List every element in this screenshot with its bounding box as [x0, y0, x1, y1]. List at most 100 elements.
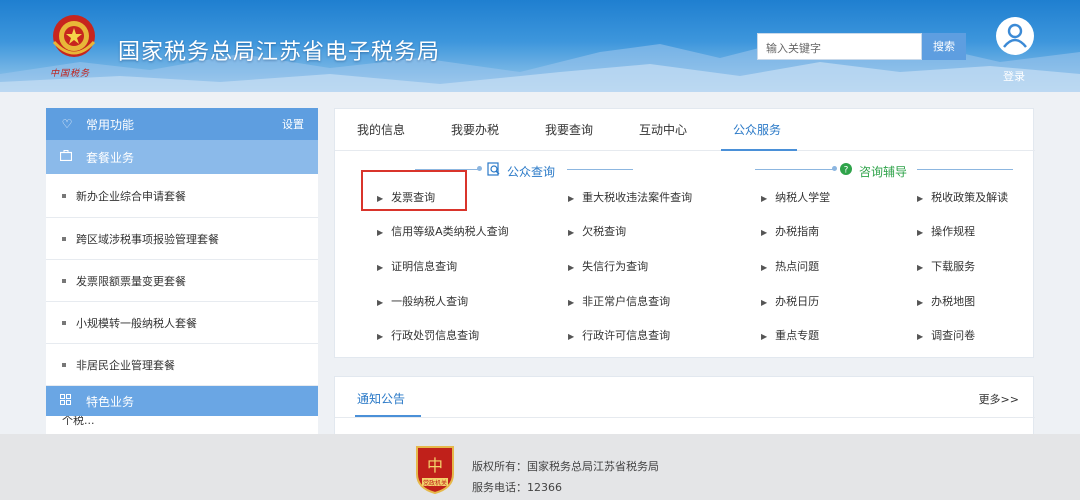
divider-dot [832, 166, 837, 171]
service-link-label: 重大税收违法案件查询 [582, 191, 693, 204]
special-business-label: 特色业务 [86, 394, 135, 409]
grid-icon [60, 394, 74, 408]
service-link-label: 失信行为查询 [582, 260, 649, 273]
bullet-icon [62, 320, 66, 325]
service-link[interactable]: ▶ 调查问卷 [917, 327, 975, 343]
notice-panel: 通知公告 更多>> [334, 376, 1035, 436]
service-link[interactable]: ▶ 行政处罚信息查询 [377, 327, 479, 343]
copyright-text: 版权所有：国家税务总局江苏省税务局 [472, 460, 659, 473]
arrow-right-icon: ▶ [761, 263, 768, 272]
emblem-script-text: 中国税务 [50, 69, 91, 79]
sidebar-item-label: 非居民企业管理套餐 [76, 358, 175, 372]
arrow-right-icon: ▶ [917, 194, 924, 203]
magnifier-doc-icon [487, 162, 501, 180]
arrow-right-icon: ▶ [568, 228, 575, 237]
special-business-header[interactable]: 特色业务 [46, 386, 318, 416]
service-link[interactable]: ▶ 办税地图 [917, 293, 975, 309]
service-link-label: 非正常户信息查询 [582, 295, 671, 308]
svg-text:中: 中 [427, 456, 443, 475]
service-link[interactable]: ▶ 税收政策及解读 [917, 189, 1008, 205]
package-business-label: 套餐业务 [86, 150, 135, 165]
badge-label: 党政机关 [423, 479, 447, 487]
tab-interaction[interactable]: 互动中心 [639, 121, 687, 138]
arrow-right-icon: ▶ [761, 228, 768, 237]
arrow-right-icon: ▶ [761, 298, 768, 307]
service-link[interactable]: ▶ 热点问题 [761, 258, 819, 274]
service-link[interactable]: ▶ 欠税查询 [568, 223, 626, 239]
arrow-right-icon: ▶ [377, 194, 384, 203]
arrow-right-icon: ▶ [377, 332, 384, 341]
service-link-label: 行政处罚信息查询 [391, 329, 480, 342]
sidebar-item[interactable]: 小规模转一般纳税人套餐 [46, 302, 318, 344]
briefcase-icon [59, 150, 74, 164]
service-link[interactable]: ▶ 证明信息查询 [377, 258, 457, 274]
service-link[interactable]: ▶ 重点专题 [761, 327, 819, 343]
arrow-right-icon: ▶ [377, 298, 384, 307]
divider [917, 169, 1013, 170]
arrow-right-icon: ▶ [377, 263, 384, 272]
bullet-icon [62, 236, 66, 241]
arrow-right-icon: ▶ [761, 194, 768, 203]
service-link-label: 调查问卷 [931, 329, 976, 342]
arrow-right-icon: ▶ [761, 332, 768, 341]
heart-icon: ♡ [61, 117, 73, 131]
service-link-label: 办税指南 [775, 225, 820, 238]
sidebar-item[interactable]: 跨区域涉税事项报验管理套餐 [46, 218, 318, 260]
tab-my-info[interactable]: 我的信息 [357, 121, 405, 138]
settings-link[interactable]: 设置 [282, 116, 304, 132]
sidebar-item-label: 跨区域涉税事项报验管理套餐 [76, 232, 219, 246]
service-link[interactable]: ▶ 非正常户信息查询 [568, 293, 670, 309]
arrow-right-icon: ▶ [568, 194, 575, 203]
sidebar-item-partial[interactable]: 个税... [46, 416, 318, 428]
frequent-functions-label: 常用功能 [86, 117, 135, 132]
service-link-label: 纳税人学堂 [775, 191, 831, 204]
service-link-label: 办税日历 [775, 295, 820, 308]
frequent-functions-header[interactable]: ♡ 常用功能 设置 [46, 108, 318, 140]
service-link[interactable]: ▶ 行政许可信息查询 [568, 327, 670, 343]
arrow-right-icon: ▶ [377, 228, 384, 237]
sidebar-item[interactable]: 新办企业综合申请套餐 [46, 174, 318, 218]
divider [335, 417, 1035, 418]
service-link[interactable]: ▶ 信用等级A类纳税人查询 [377, 223, 509, 239]
service-link[interactable]: ▶ 办税日历 [761, 293, 819, 309]
sidebar-item[interactable]: 发票限额票量变更套餐 [46, 260, 318, 302]
main-panel: 我的信息 我要办税 我要查询 互动中心 公众服务 公众查询 ? 咨询辅导 ▶ 发票… [334, 108, 1035, 358]
sidebar-item-label: 个税... [62, 416, 95, 427]
service-link-label: 重点专题 [775, 329, 820, 342]
tab-query[interactable]: 我要查询 [545, 121, 593, 138]
tab-public-service[interactable]: 公众服务 [733, 121, 781, 138]
arrow-right-icon: ▶ [568, 298, 575, 307]
sidebar-item[interactable]: 非居民企业管理套餐 [46, 344, 318, 386]
service-link-label: 下载服务 [931, 260, 976, 273]
arrow-right-icon: ▶ [917, 228, 924, 237]
party-gov-badge-icon[interactable]: 中 党政机关 [413, 444, 457, 495]
service-link-label: 证明信息查询 [391, 260, 458, 273]
more-link[interactable]: 更多>> [979, 391, 1019, 407]
bullet-icon [62, 193, 66, 198]
search-button[interactable]: 搜索 [922, 33, 966, 60]
service-link[interactable]: ▶ 发票查询 [377, 189, 435, 205]
service-link[interactable]: ▶ 失信行为查询 [568, 258, 648, 274]
service-link[interactable]: ▶ 操作规程 [917, 223, 975, 239]
service-link-label: 一般纳税人查询 [391, 295, 469, 308]
service-link[interactable]: ▶ 办税指南 [761, 223, 819, 239]
service-link[interactable]: ▶ 下载服务 [917, 258, 975, 274]
bullet-icon [62, 362, 66, 367]
page-title: 国家税务总局江苏省电子税务局 [118, 40, 441, 65]
service-link[interactable]: ▶ 纳税人学堂 [761, 189, 830, 205]
service-link[interactable]: ▶ 一般纳税人查询 [377, 293, 468, 309]
divider-dot [477, 166, 482, 171]
service-link-label: 税收政策及解读 [931, 191, 1009, 204]
service-link[interactable]: ▶ 重大税收违法案件查询 [568, 189, 692, 205]
sidebar-item-label: 发票限额票量变更套餐 [76, 274, 186, 288]
service-link-label: 热点问题 [775, 260, 820, 273]
tab-tax-handling[interactable]: 我要办税 [451, 121, 499, 138]
arrow-right-icon: ▶ [917, 263, 924, 272]
login-link[interactable]: 登录 [1003, 68, 1025, 84]
notice-title[interactable]: 通知公告 [357, 390, 405, 407]
user-icon[interactable] [996, 17, 1034, 55]
search-input[interactable]: 输入关键字 [757, 33, 922, 60]
service-phone-text: 服务电话：12366 [472, 481, 562, 494]
package-business-header[interactable]: 套餐业务 [46, 140, 318, 174]
service-link-label: 信用等级A类纳税人查询 [391, 225, 509, 238]
